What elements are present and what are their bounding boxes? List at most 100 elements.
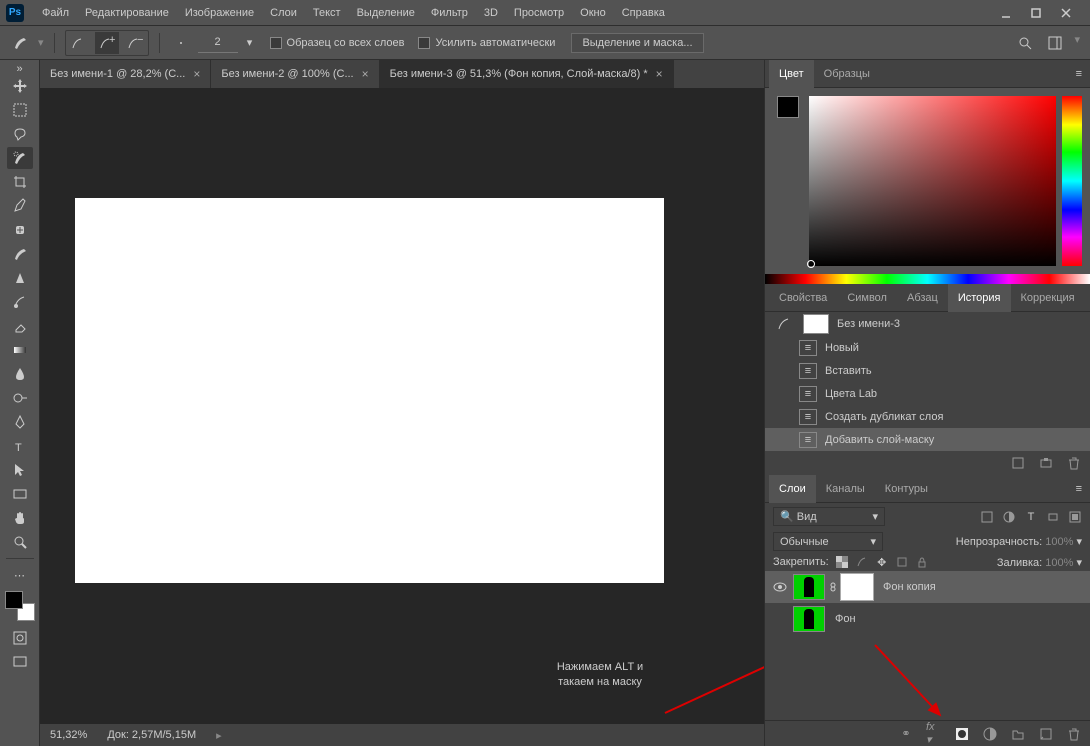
panel-menu-icon[interactable]: ≡ xyxy=(1085,292,1090,304)
panel-menu-icon[interactable]: ≡ xyxy=(1068,483,1090,495)
history-step[interactable]: ≡Новый xyxy=(765,336,1090,359)
selection-new[interactable] xyxy=(67,32,91,54)
snapshot-icon[interactable] xyxy=(1038,455,1054,471)
blend-mode-select[interactable]: Обычные▾ xyxy=(773,532,883,551)
tab-history[interactable]: История xyxy=(948,284,1011,312)
history-step[interactable]: ≡Цвета Lab xyxy=(765,382,1090,405)
mask-thumbnail[interactable] xyxy=(841,574,873,600)
dodge-tool[interactable] xyxy=(7,387,33,409)
clone-stamp-tool[interactable] xyxy=(7,267,33,289)
menu-select[interactable]: Выделение xyxy=(349,0,423,26)
maximize-button[interactable] xyxy=(1028,5,1044,21)
link-layers-icon[interactable]: ⚭ xyxy=(898,726,914,742)
marquee-tool[interactable] xyxy=(7,99,33,121)
close-button[interactable] xyxy=(1058,5,1074,21)
layer-name[interactable]: Фон копия xyxy=(883,581,936,593)
select-and-mask-button[interactable]: Выделение и маска... xyxy=(571,33,703,53)
status-chevron[interactable]: ▸ xyxy=(216,729,222,742)
close-icon[interactable]: × xyxy=(193,67,200,81)
lock-all-icon[interactable] xyxy=(915,555,929,569)
eraser-tool[interactable] xyxy=(7,315,33,337)
brush-tool[interactable] xyxy=(7,243,33,265)
layer-filter-kind[interactable]: 🔍 Вид▾ xyxy=(773,507,885,526)
lock-position-icon[interactable]: ✥ xyxy=(875,555,889,569)
filter-type-icon[interactable]: T xyxy=(1024,510,1038,524)
lock-image-icon[interactable] xyxy=(855,555,869,569)
close-icon[interactable]: × xyxy=(362,67,369,81)
tab-swatches[interactable]: Образцы xyxy=(814,60,880,88)
filter-smart-icon[interactable] xyxy=(1068,510,1082,524)
menu-help[interactable]: Справка xyxy=(614,0,673,26)
menu-filter[interactable]: Фильтр xyxy=(423,0,476,26)
filter-pixel-icon[interactable] xyxy=(980,510,994,524)
toolbox-expand[interactable]: » xyxy=(2,64,38,74)
current-tool-icon[interactable] xyxy=(10,33,32,53)
history-step[interactable]: ≡Создать дубликат слоя xyxy=(765,405,1090,428)
brush-preview[interactable] xyxy=(170,33,192,53)
color-swatches[interactable] xyxy=(5,591,35,621)
layer-thumbnail[interactable] xyxy=(793,574,825,600)
color-field[interactable] xyxy=(809,96,1056,266)
crop-tool[interactable] xyxy=(7,171,33,193)
layer-fx-icon[interactable]: fx ▾ xyxy=(926,726,942,742)
screen-mode-toggle[interactable] xyxy=(7,651,33,673)
tab-character[interactable]: Символ xyxy=(837,284,897,312)
lasso-tool[interactable] xyxy=(7,123,33,145)
spectrum-strip[interactable] xyxy=(765,274,1090,284)
workspace-icon[interactable] xyxy=(1044,33,1066,53)
zoom-tool[interactable] xyxy=(7,531,33,553)
document-tab[interactable]: Без имени-3 @ 51,3% (Фон копия, Слой-мас… xyxy=(380,60,674,88)
menu-3d[interactable]: 3D xyxy=(476,0,506,26)
sample-all-layers-checkbox[interactable]: Образец со всех слоев xyxy=(270,37,405,49)
panel-foreground-swatch[interactable] xyxy=(777,96,799,118)
adjustment-layer-icon[interactable] xyxy=(982,726,998,742)
new-layer-icon[interactable] xyxy=(1038,726,1054,742)
hand-tool[interactable] xyxy=(7,507,33,529)
document-tab[interactable]: Без имени-2 @ 100% (С...× xyxy=(211,60,379,88)
filter-shape-icon[interactable] xyxy=(1046,510,1060,524)
filter-adjust-icon[interactable] xyxy=(1002,510,1016,524)
canvas-viewport[interactable]: Нажимаем ALT и такаем на маску xyxy=(40,88,764,724)
foreground-color[interactable] xyxy=(5,591,23,609)
history-brush-tool[interactable] xyxy=(7,291,33,313)
doc-size-readout[interactable]: Док: 2,57M/5,15M xyxy=(107,729,196,741)
rectangle-tool[interactable] xyxy=(7,483,33,505)
selection-add[interactable]: + xyxy=(95,32,119,54)
layer-thumbnail[interactable] xyxy=(793,606,825,632)
history-step[interactable]: ≡Вставить xyxy=(765,359,1090,382)
visibility-toggle[interactable] xyxy=(771,610,789,628)
history-step[interactable]: ≡Добавить слой-маску xyxy=(765,428,1090,451)
new-doc-from-state-icon[interactable] xyxy=(1010,455,1026,471)
visibility-toggle[interactable] xyxy=(771,578,789,596)
history-snapshot-thumb[interactable] xyxy=(803,314,829,334)
quick-mask-toggle[interactable] xyxy=(7,627,33,649)
close-icon[interactable]: × xyxy=(656,67,663,81)
brush-size-field[interactable]: 2 xyxy=(198,33,238,53)
selection-subtract[interactable]: − xyxy=(123,32,147,54)
brush-size-dropdown[interactable]: ▾ xyxy=(244,36,256,49)
tab-channels[interactable]: Каналы xyxy=(816,475,875,503)
menu-text[interactable]: Текст xyxy=(305,0,349,26)
menu-image[interactable]: Изображение xyxy=(177,0,262,26)
path-selection-tool[interactable] xyxy=(7,459,33,481)
menu-window[interactable]: Окно xyxy=(572,0,614,26)
zoom-readout[interactable]: 51,32% xyxy=(50,729,87,741)
type-tool[interactable]: T xyxy=(7,435,33,457)
blur-tool[interactable] xyxy=(7,363,33,385)
lock-transparency-icon[interactable] xyxy=(835,555,849,569)
layer-name[interactable]: Фон xyxy=(835,613,856,625)
tab-color[interactable]: Цвет xyxy=(769,60,814,88)
layer-row[interactable]: Фон копия xyxy=(765,571,1090,603)
layer-row[interactable]: Фон xyxy=(765,603,1090,635)
tab-paths[interactable]: Контуры xyxy=(875,475,938,503)
panel-menu-icon[interactable]: ≡ xyxy=(1068,68,1090,80)
menu-edit[interactable]: Редактирование xyxy=(77,0,177,26)
pen-tool[interactable] xyxy=(7,411,33,433)
canvas[interactable] xyxy=(75,198,664,583)
opacity-value[interactable]: 100% xyxy=(1045,536,1073,548)
hue-slider[interactable] xyxy=(1062,96,1082,266)
tab-layers[interactable]: Слои xyxy=(769,475,816,503)
healing-brush-tool[interactable] xyxy=(7,219,33,241)
menu-layers[interactable]: Слои xyxy=(262,0,305,26)
quick-selection-tool[interactable] xyxy=(7,147,33,169)
